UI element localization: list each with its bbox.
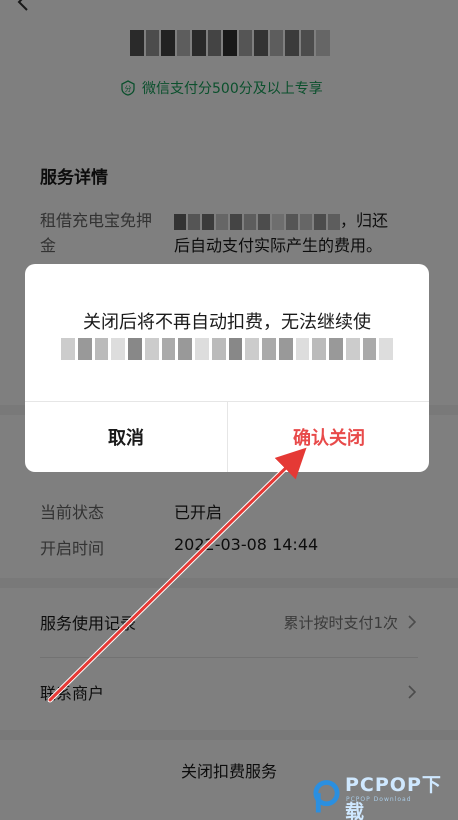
confirm-dialog: 关闭后将不再自动扣费，无法继续使 取消 确认关闭 — [25, 264, 429, 472]
watermark-subtext: PCPOP Download — [346, 796, 412, 803]
pcpop-watermark: PCPOP下载 PCPOP Download — [312, 770, 458, 820]
watermark-text: PCPOP下载 — [345, 774, 442, 820]
cancel-button[interactable]: 取消 — [25, 402, 227, 472]
dialog-message: 关闭后将不再自动扣费，无法继续使 — [83, 312, 371, 333]
confirm-close-button[interactable]: 确认关闭 — [228, 402, 429, 472]
blurred-dialog-text — [61, 338, 393, 360]
pcpop-logo-icon — [313, 780, 340, 813]
